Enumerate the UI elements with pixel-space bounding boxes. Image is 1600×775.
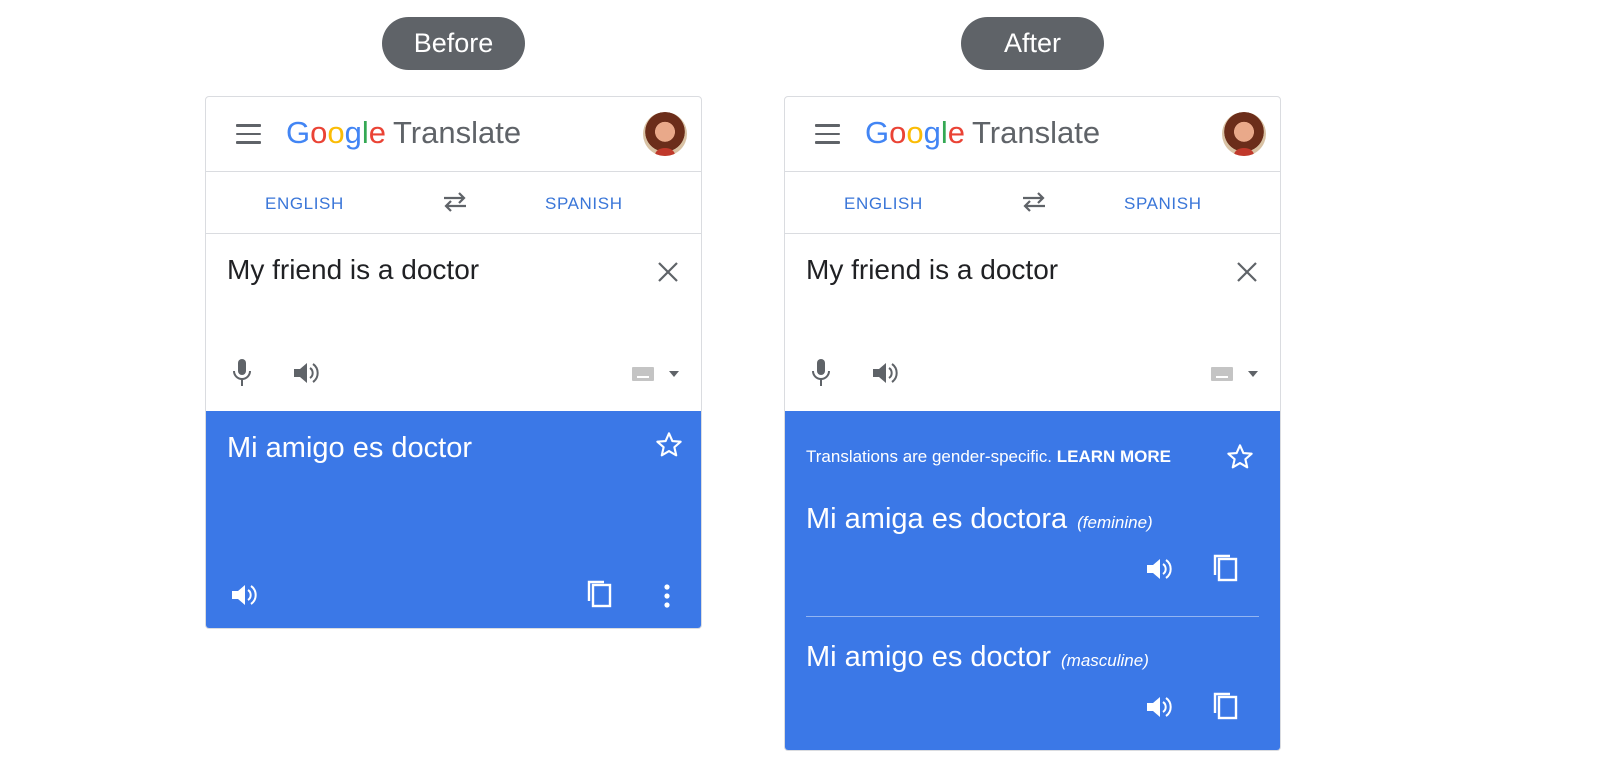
source-text[interactable]: My friend is a doctor bbox=[806, 254, 1058, 286]
translation-text: Mi amigo es doctor bbox=[227, 432, 472, 464]
after-label: After bbox=[961, 17, 1104, 70]
source-panel: My friend is a doctor bbox=[785, 234, 1280, 410]
source-language-button[interactable]: ENGLISH bbox=[844, 194, 923, 214]
masculine-tag: (masculine) bbox=[1061, 651, 1149, 670]
app-header: Google Translate bbox=[785, 97, 1280, 172]
keyboard-icon[interactable] bbox=[1211, 367, 1233, 381]
target-language-button[interactable]: SPANISH bbox=[1124, 194, 1202, 214]
copy-icon[interactable] bbox=[585, 579, 613, 609]
swap-icon[interactable] bbox=[441, 190, 469, 214]
app-logo: Google Translate bbox=[286, 115, 522, 150]
star-icon[interactable] bbox=[1226, 443, 1254, 471]
language-bar: ENGLISH SPANISH bbox=[785, 172, 1280, 234]
mic-icon[interactable] bbox=[231, 358, 253, 388]
target-language-button[interactable]: SPANISH bbox=[545, 194, 623, 214]
copy-icon[interactable] bbox=[1211, 691, 1239, 721]
keyboard-icon[interactable] bbox=[632, 367, 654, 381]
learn-more-link[interactable]: LEARN MORE bbox=[1057, 447, 1171, 466]
menu-icon[interactable] bbox=[815, 124, 840, 144]
masculine-translation-text: Mi amigo es doctor bbox=[806, 641, 1051, 673]
before-label: Before bbox=[382, 17, 525, 70]
speaker-icon[interactable] bbox=[1145, 694, 1173, 720]
feminine-translation: Mi amiga es doctora (feminine) bbox=[806, 503, 1153, 536]
language-bar: ENGLISH SPANISH bbox=[206, 172, 701, 234]
speaker-icon[interactable] bbox=[871, 360, 899, 386]
divider bbox=[806, 616, 1259, 617]
translate-card-before: Google Translate ENGLISH SPANISH My frien… bbox=[205, 96, 702, 629]
speaker-icon[interactable] bbox=[230, 582, 258, 608]
result-panel: Mi amigo es doctor bbox=[206, 411, 701, 628]
speaker-icon[interactable] bbox=[1145, 556, 1173, 582]
app-logo: Google Translate bbox=[865, 115, 1101, 150]
translate-card-after: Google Translate ENGLISH SPANISH My frien… bbox=[784, 96, 1281, 751]
star-icon[interactable] bbox=[655, 431, 683, 459]
app-title: Translate bbox=[393, 115, 522, 150]
source-text[interactable]: My friend is a doctor bbox=[227, 254, 479, 286]
copy-icon[interactable] bbox=[1211, 553, 1239, 583]
source-panel: My friend is a doctor bbox=[206, 234, 701, 410]
swap-icon[interactable] bbox=[1020, 190, 1048, 214]
more-vert-icon[interactable] bbox=[663, 583, 671, 609]
menu-icon[interactable] bbox=[236, 124, 261, 144]
feminine-tag: (feminine) bbox=[1077, 513, 1153, 532]
close-icon[interactable] bbox=[657, 261, 679, 283]
result-panel: Translations are gender-specific. LEARN … bbox=[785, 411, 1280, 750]
avatar[interactable] bbox=[1222, 112, 1266, 156]
close-icon[interactable] bbox=[1236, 261, 1258, 283]
mic-icon[interactable] bbox=[810, 358, 832, 388]
gender-notice: Translations are gender-specific. LEARN … bbox=[806, 447, 1171, 467]
app-header: Google Translate bbox=[206, 97, 701, 172]
gender-notice-text: Translations are gender-specific. bbox=[806, 447, 1052, 466]
avatar[interactable] bbox=[643, 112, 687, 156]
app-title: Translate bbox=[972, 115, 1101, 150]
dropdown-arrow-icon[interactable] bbox=[1248, 371, 1258, 377]
feminine-translation-text: Mi amiga es doctora bbox=[806, 503, 1068, 535]
source-language-button[interactable]: ENGLISH bbox=[265, 194, 344, 214]
dropdown-arrow-icon[interactable] bbox=[669, 371, 679, 377]
speaker-icon[interactable] bbox=[292, 360, 320, 386]
masculine-translation: Mi amigo es doctor (masculine) bbox=[806, 641, 1149, 674]
